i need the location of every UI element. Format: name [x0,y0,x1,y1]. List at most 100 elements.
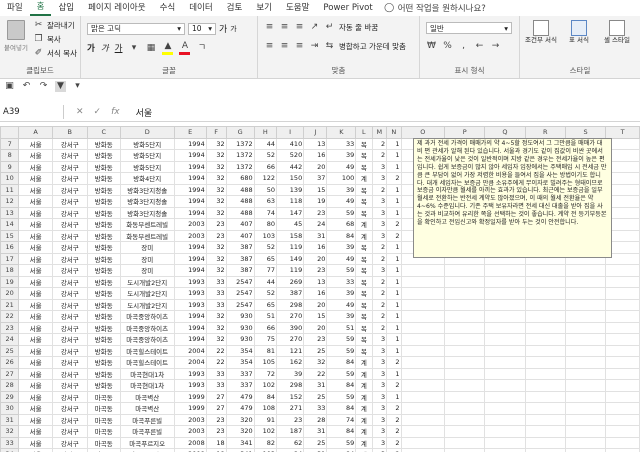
row-header[interactable]: 32 [0,425,20,438]
cell[interactable]: 20 [303,321,328,334]
wrap-text-icon[interactable]: ↵ [324,22,335,33]
align-center-icon[interactable]: ≡ [279,41,290,52]
column-header-m[interactable]: M [371,126,388,139]
column-header-b[interactable]: B [51,126,88,139]
cell[interactable]: 서울 [18,298,53,311]
cell[interactable]: 방화동 [86,367,121,380]
cell[interactable]: 2 [371,183,388,196]
cell[interactable]: 32 [205,252,227,265]
merge-center-button[interactable]: 병합하고 가운데 맞춤 [339,41,406,52]
cell[interactable]: 마곡현대1차 [119,367,175,380]
cell[interactable]: 1993 [173,287,207,300]
tab-review[interactable]: 검토 [220,0,250,16]
cell[interactable] [484,333,526,346]
cell[interactable]: 23 [205,425,227,438]
cell[interactable] [524,275,566,288]
cell[interactable]: 강서구 [51,252,88,265]
cell[interactable]: 복 [355,344,373,357]
cell[interactable]: 서울 [18,172,53,185]
cell[interactable]: 387 [225,264,255,277]
row-header[interactable]: 10 [0,172,20,185]
cell[interactable]: 91 [253,413,278,426]
cell[interactable]: 23 [205,218,227,231]
cell[interactable]: 계 [355,367,373,380]
cell[interactable]: 32 [205,321,227,334]
cell[interactable]: 1993 [173,379,207,392]
cell[interactable] [564,333,607,346]
redo-icon[interactable]: ↷ [38,81,49,92]
cell[interactable]: 1 [386,367,402,380]
cell[interactable]: 341 [225,436,255,449]
cell[interactable]: 도시개발2단지 [119,287,175,300]
cell[interactable]: 3 [371,264,388,277]
cell[interactable]: 복 [355,321,373,334]
row-header[interactable]: 14 [0,218,20,231]
cell[interactable]: 105 [253,356,278,369]
cell[interactable] [564,390,607,403]
cell[interactable]: 13 [303,275,328,288]
cell[interactable] [400,264,446,277]
cell[interactable] [444,321,486,334]
cell[interactable]: 서울 [18,333,53,346]
cell[interactable]: 39 [276,367,305,380]
cell[interactable]: 마곡푸르지오 [119,448,175,452]
cell[interactable]: 강서구 [51,275,88,288]
tab-data[interactable]: 데이터 [182,0,219,16]
cell[interactable]: 44 [253,275,278,288]
cell[interactable]: 2 [386,218,402,231]
cell[interactable]: 75 [253,333,278,346]
cell[interactable] [444,275,486,288]
cell[interactable] [605,344,640,357]
cell[interactable]: 계 [355,356,373,369]
row-header[interactable]: 9 [0,160,20,173]
chevron-down-icon[interactable]: ▾ [128,43,139,54]
cell[interactable]: 1 [386,321,402,334]
cell[interactable]: 강서구 [51,310,88,323]
cell[interactable]: 51 [326,321,357,334]
cell[interactable]: 강서구 [51,195,88,208]
cell[interactable]: 84 [326,379,357,392]
cell[interactable]: 2547 [225,287,255,300]
cell[interactable]: 서울 [18,149,53,162]
cell[interactable]: 2 [386,229,402,242]
cell[interactable]: 3 [371,206,388,219]
cell[interactable]: 마곡힐스테이트 [119,356,175,369]
cell[interactable] [444,344,486,357]
cell[interactable]: 1994 [173,310,207,323]
grow-font-button[interactable]: 가 [219,22,227,35]
cell[interactable]: 479 [225,390,255,403]
cell[interactable]: 82 [253,436,278,449]
column-header-c[interactable]: C [86,126,121,139]
cell[interactable]: 방화4단지 [119,172,175,185]
cell[interactable] [605,310,640,323]
cell[interactable]: 51 [253,310,278,323]
borders-icon[interactable]: ▦ [145,43,156,54]
cell[interactable]: 장미 [119,241,175,254]
cell[interactable]: 1994 [173,137,207,150]
cell[interactable]: 118 [276,195,305,208]
cell[interactable] [444,287,486,300]
cell[interactable]: 32 [205,137,227,150]
cell[interactable] [484,448,526,452]
cell[interactable]: 52 [253,287,278,300]
row-header[interactable]: 27 [0,367,20,380]
cell[interactable] [524,448,566,452]
cell[interactable]: 복 [355,137,373,150]
cell[interactable]: 32 [205,160,227,173]
cell[interactable]: 149 [276,252,305,265]
cell[interactable]: 도시개발2단지 [119,298,175,311]
column-header-j[interactable]: J [303,126,328,139]
cell[interactable]: 32 [205,310,227,323]
cell[interactable]: 84 [326,448,357,452]
bold-button[interactable]: 가 [87,42,95,54]
column-header-a[interactable]: A [18,126,53,139]
cell[interactable] [605,356,640,369]
cell[interactable] [484,367,526,380]
cell[interactable]: 2 [386,425,402,438]
cell[interactable]: 23 [205,413,227,426]
cell[interactable]: 서울 [18,402,53,415]
cell[interactable]: 복 [355,252,373,265]
cell[interactable]: 1372 [225,160,255,173]
cell[interactable] [484,402,526,415]
cell[interactable]: 2 [371,275,388,288]
